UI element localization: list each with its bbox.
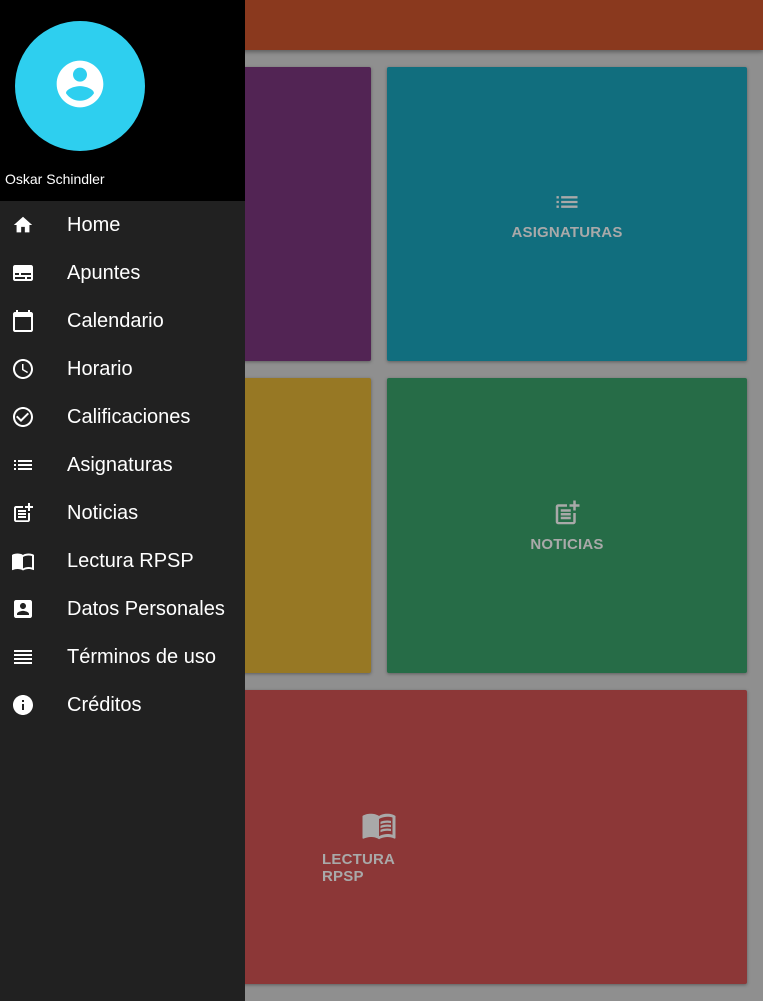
menu-item-horario[interactable]: Horario bbox=[0, 345, 245, 393]
lines-icon bbox=[11, 645, 35, 669]
contact-card-icon bbox=[11, 597, 35, 621]
menu-item-calificaciones[interactable]: Calificaciones bbox=[0, 393, 245, 441]
menu-item-label: Términos de uso bbox=[67, 645, 216, 668]
tile-lectura-label: LECTURA RPSP bbox=[322, 851, 395, 885]
menu-item-label: Datos Personales bbox=[67, 597, 225, 620]
avatar[interactable] bbox=[15, 21, 145, 151]
subtitles-icon bbox=[11, 261, 35, 285]
menu-item-asignaturas[interactable]: Asignaturas bbox=[0, 441, 245, 489]
menu-book-icon bbox=[361, 807, 397, 843]
info-icon bbox=[11, 693, 35, 717]
menu-item-calendario[interactable]: Calendario bbox=[0, 297, 245, 345]
tile-asignaturas[interactable]: ASIGNATURAS bbox=[387, 67, 747, 361]
drawer-menu: Home Apuntes Calendario Horario Califica… bbox=[0, 201, 245, 729]
menu-item-label: Calificaciones bbox=[67, 405, 191, 428]
list-icon bbox=[553, 188, 581, 216]
drawer-header: Oskar Schindler bbox=[0, 0, 245, 201]
menu-item-apuntes[interactable]: Apuntes bbox=[0, 249, 245, 297]
account-circle-icon bbox=[52, 56, 108, 117]
menu-book-icon bbox=[11, 549, 35, 573]
clock-icon bbox=[11, 357, 35, 381]
post-add-icon bbox=[11, 501, 35, 525]
menu-item-label: Asignaturas bbox=[67, 453, 173, 476]
menu-item-label: Horario bbox=[67, 357, 133, 380]
menu-item-label: Calendario bbox=[67, 309, 164, 332]
menu-item-label: Apuntes bbox=[67, 261, 141, 284]
navigation-drawer: Oskar Schindler Home Apuntes Calendario … bbox=[0, 0, 245, 1001]
menu-item-label: Home bbox=[67, 213, 121, 236]
menu-item-noticias[interactable]: Noticias bbox=[0, 489, 245, 537]
menu-item-label: Créditos bbox=[67, 693, 142, 716]
menu-item-label: Lectura RPSP bbox=[67, 549, 194, 572]
menu-item-datos-personales[interactable]: Datos Personales bbox=[0, 585, 245, 633]
tile-noticias-label: NOTICIAS bbox=[530, 536, 604, 553]
menu-item-terminos-de-uso[interactable]: Términos de uso bbox=[0, 633, 245, 681]
calendar-icon bbox=[11, 309, 35, 333]
list-icon bbox=[11, 453, 35, 477]
home-icon bbox=[11, 213, 35, 237]
menu-item-label: Noticias bbox=[67, 501, 139, 524]
tile-noticias[interactable]: NOTICIAS bbox=[387, 378, 747, 673]
menu-item-home[interactable]: Home bbox=[0, 201, 245, 249]
user-name: Oskar Schindler bbox=[5, 171, 105, 187]
tile-asignaturas-label: ASIGNATURAS bbox=[511, 223, 623, 241]
check-circle-icon bbox=[11, 405, 35, 429]
menu-item-creditos[interactable]: Créditos bbox=[0, 681, 245, 729]
post-add-icon bbox=[552, 498, 582, 528]
menu-item-lectura-rpsp[interactable]: Lectura RPSP bbox=[0, 537, 245, 585]
